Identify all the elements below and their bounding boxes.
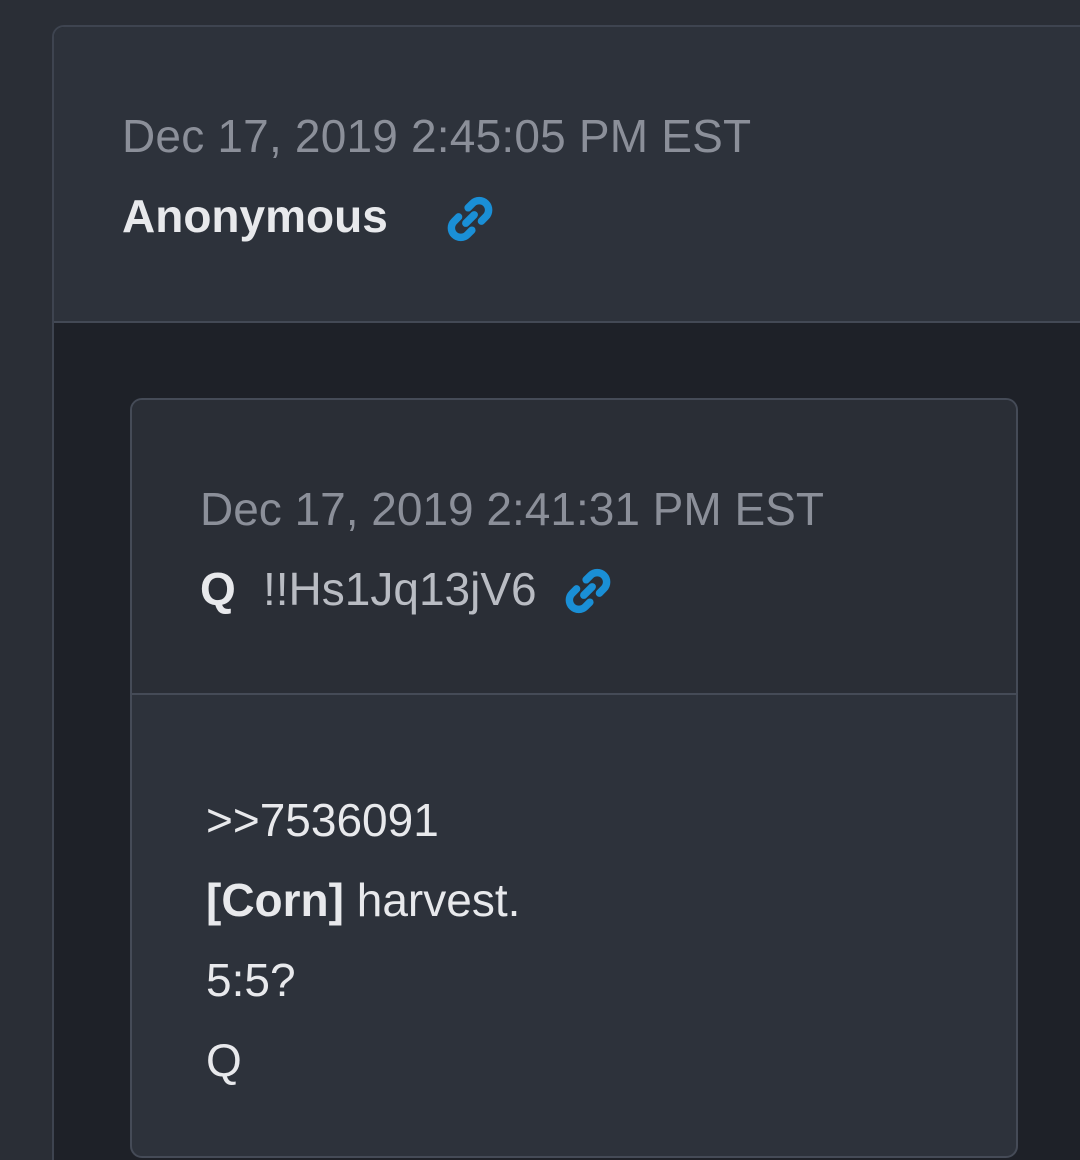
post-text-fragment: harvest. bbox=[343, 874, 521, 926]
quoted-post-tripcode: !!Hs1Jq13jV6 bbox=[263, 563, 537, 615]
bold-text: [Corn] bbox=[206, 874, 344, 926]
post-author: Anonymous bbox=[122, 190, 388, 242]
link-icon[interactable] bbox=[560, 563, 616, 619]
quoted-post-card: Dec 17, 2019 2:41:31 PM EST Q !!Hs1Jq13j… bbox=[130, 398, 1018, 1158]
post-timestamp: Dec 17, 2019 2:45:05 PM EST bbox=[122, 110, 752, 162]
quoted-post-header: Dec 17, 2019 2:41:31 PM EST Q !!Hs1Jq13j… bbox=[132, 400, 1016, 695]
link-icon[interactable] bbox=[442, 191, 498, 247]
post-signature: Q bbox=[206, 1034, 242, 1086]
post-card: Dec 17, 2019 2:45:05 PM EST Anonymous De… bbox=[52, 25, 1080, 1160]
quoted-post-timestamp: Dec 17, 2019 2:41:31 PM EST bbox=[200, 483, 824, 535]
page: Dec 17, 2019 2:45:05 PM EST Anonymous De… bbox=[0, 0, 1080, 1160]
post-text-line: 5:5? bbox=[206, 954, 296, 1006]
reply-reference[interactable]: >>7536091 bbox=[206, 780, 966, 860]
post-text-line: [Corn] harvest. bbox=[206, 860, 966, 940]
post-header: Dec 17, 2019 2:45:05 PM EST Anonymous bbox=[54, 27, 1080, 323]
quoted-post-body: >>7536091 [Corn] harvest. 5:5? Q bbox=[206, 780, 966, 1100]
quoted-post-author: Q bbox=[200, 563, 236, 615]
